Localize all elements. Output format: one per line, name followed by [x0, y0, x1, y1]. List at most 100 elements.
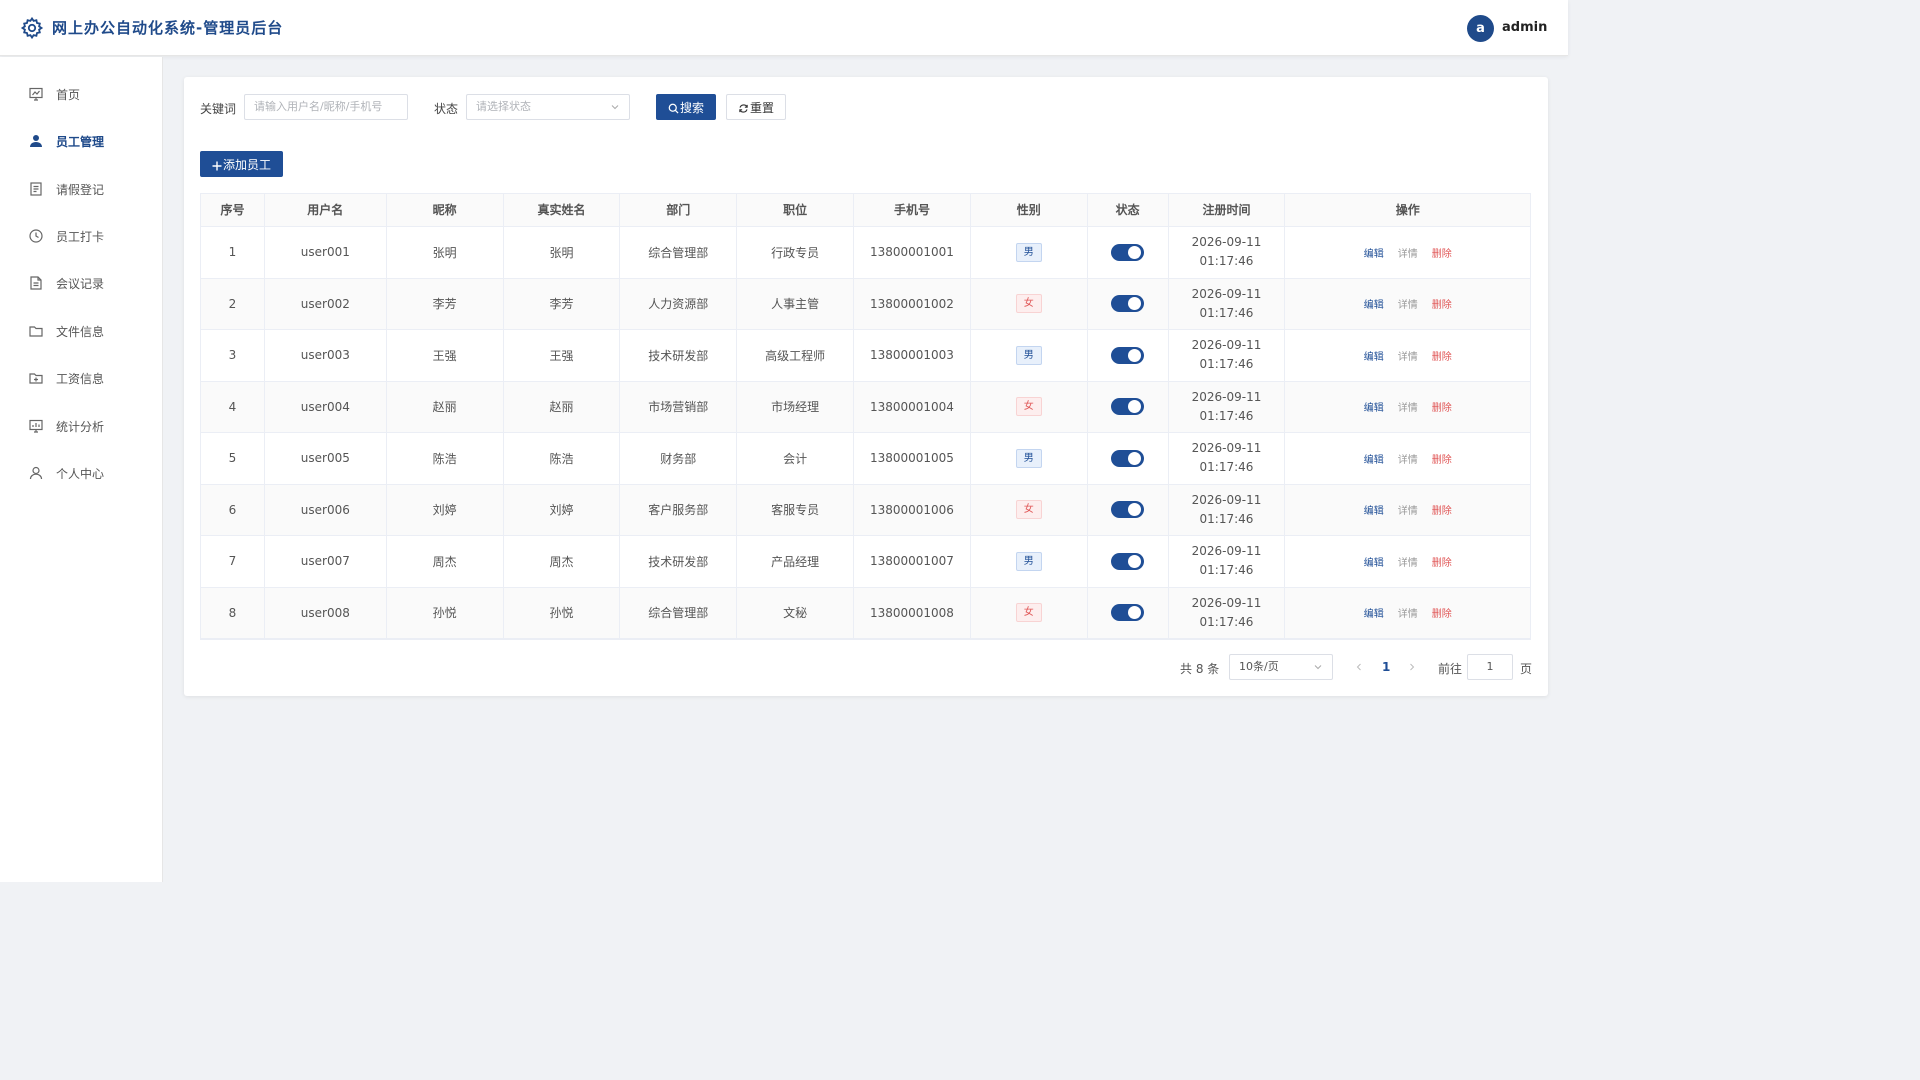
edit-button[interactable]: 编辑: [1364, 605, 1384, 620]
cell-register-time: 2026-09-11 01:17:46: [1169, 433, 1286, 484]
column-header-register-time[interactable]: 注册时间: [1169, 194, 1286, 226]
register-date: 2026-09-11: [1191, 492, 1262, 507]
column-header-position[interactable]: 职位: [737, 194, 855, 226]
user-icon: [30, 135, 42, 147]
sidebar-item-attendance[interactable]: 员工打卡: [0, 216, 163, 256]
detail-button[interactable]: 详情: [1398, 348, 1418, 363]
add-employee-button-label: 添加员工: [222, 158, 271, 172]
clock-icon: [29, 229, 43, 243]
page-size-select[interactable]: 10条/页: [1229, 654, 1333, 680]
add-employee-button[interactable]: 添加员工: [200, 151, 283, 177]
cell-register-time: 2026-09-11 01:17:46: [1169, 278, 1286, 329]
cell-register-time: 2026-09-11 01:17:46: [1169, 536, 1286, 587]
sidebar-item-employees[interactable]: 员工管理: [0, 121, 163, 161]
cell-actions: 编辑 详情 删除: [1285, 433, 1530, 484]
app-title: 网上办公自动化系统-管理员后台: [52, 19, 284, 37]
sidebar-item-leave[interactable]: 请假登记: [0, 169, 163, 209]
status-select-placeholder: 请选择状态: [476, 100, 531, 113]
sidebar-item-label: 工资信息: [56, 371, 105, 386]
sidebar-item-files[interactable]: 文件信息: [0, 311, 163, 351]
employee-table: 序号 用户名 昵称 真实姓名 部门 职位 手机号 性别 状态 注册时间 操作 1…: [200, 193, 1531, 640]
edit-button[interactable]: 编辑: [1364, 502, 1384, 517]
column-header-phone[interactable]: 手机号: [854, 194, 971, 226]
status-toggle[interactable]: [1111, 243, 1145, 261]
cell-position: 客服专员: [737, 484, 855, 535]
cell-actions: 编辑 详情 删除: [1285, 588, 1530, 639]
page-number-current[interactable]: 1: [1382, 660, 1390, 674]
cell-username: user005: [265, 433, 387, 484]
status-select[interactable]: 请选择状态: [466, 94, 630, 120]
edit-button[interactable]: 编辑: [1364, 348, 1384, 363]
delete-button[interactable]: 删除: [1432, 502, 1452, 517]
sidebar-item-label: 个人中心: [56, 466, 105, 481]
keyword-input[interactable]: 请输入用户名/昵称/手机号: [244, 94, 408, 120]
table-row: 7 user007 周杰 周杰 技术研发部 产品经理 13800001007 男 2026-09…: [201, 536, 1530, 588]
main-card: 关键词 请输入用户名/昵称/手机号 状态 请选择状态 搜索 重置 添加员工 序号…: [184, 77, 1548, 696]
status-toggle[interactable]: [1111, 346, 1145, 364]
username[interactable]: admin: [1502, 20, 1547, 35]
next-page-icon[interactable]: [1408, 663, 1416, 671]
column-header-realname[interactable]: 真实姓名: [504, 194, 621, 226]
column-header-department[interactable]: 部门: [620, 194, 738, 226]
cell-nickname: 王强: [387, 330, 504, 381]
status-toggle[interactable]: [1111, 501, 1145, 519]
goto-page-input[interactable]: 1: [1467, 654, 1513, 680]
status-toggle[interactable]: [1111, 295, 1145, 313]
detail-button[interactable]: 详情: [1398, 554, 1418, 569]
status-toggle[interactable]: [1111, 604, 1145, 622]
cell-gender: 女: [971, 484, 1088, 535]
edit-button[interactable]: 编辑: [1364, 245, 1384, 260]
sidebar-item-home[interactable]: 首页: [0, 74, 163, 114]
delete-button[interactable]: 删除: [1432, 605, 1452, 620]
detail-button[interactable]: 详情: [1398, 399, 1418, 414]
register-date: 2026-09-11: [1191, 441, 1262, 456]
edit-button[interactable]: 编辑: [1364, 451, 1384, 466]
cell-department: 技术研发部: [620, 330, 738, 381]
status-toggle[interactable]: [1111, 552, 1145, 570]
cell-status: [1088, 381, 1169, 432]
column-header-nickname[interactable]: 昵称: [387, 194, 504, 226]
cell-register-time: 2026-09-11 01:17:46: [1169, 330, 1286, 381]
cell-position: 高级工程师: [737, 330, 855, 381]
column-header-status[interactable]: 状态: [1088, 194, 1169, 226]
search-button[interactable]: 搜索: [656, 94, 716, 120]
cell-index: 2: [201, 278, 265, 329]
cell-nickname: 孙悦: [387, 587, 504, 638]
column-header-username[interactable]: 用户名: [265, 194, 387, 226]
sidebar-item-statistics[interactable]: 统计分析: [0, 406, 163, 446]
gender-tag: 女: [1015, 294, 1042, 314]
chart-icon: [29, 419, 43, 433]
cell-gender: 女: [971, 587, 1088, 638]
sidebar-item-profile[interactable]: 个人中心: [0, 453, 163, 493]
cell-position: 行政专员: [737, 227, 855, 278]
cell-status: [1088, 433, 1169, 484]
avatar[interactable]: a: [1467, 15, 1494, 42]
status-toggle[interactable]: [1111, 398, 1145, 416]
edit-button[interactable]: 编辑: [1364, 554, 1384, 569]
edit-button[interactable]: 编辑: [1364, 399, 1384, 414]
cell-department: 综合管理部: [620, 587, 738, 638]
detail-button[interactable]: 详情: [1398, 451, 1418, 466]
prev-page-icon[interactable]: [1355, 663, 1363, 671]
status-toggle[interactable]: [1111, 449, 1145, 467]
detail-button[interactable]: 详情: [1398, 245, 1418, 260]
delete-button[interactable]: 删除: [1432, 554, 1452, 569]
plus-icon: [212, 161, 222, 170]
detail-button[interactable]: 详情: [1398, 605, 1418, 620]
delete-button[interactable]: 删除: [1432, 451, 1452, 466]
reset-button[interactable]: 重置: [726, 94, 786, 120]
detail-button[interactable]: 详情: [1398, 296, 1418, 311]
delete-button[interactable]: 删除: [1432, 296, 1452, 311]
delete-button[interactable]: 删除: [1432, 245, 1452, 260]
column-header-gender[interactable]: 性别: [971, 194, 1088, 226]
delete-button[interactable]: 删除: [1432, 348, 1452, 363]
delete-button[interactable]: 删除: [1432, 399, 1452, 414]
cell-department: 综合管理部: [620, 227, 738, 278]
edit-button[interactable]: 编辑: [1364, 296, 1384, 311]
sidebar-item-salary[interactable]: 工资信息: [0, 358, 163, 398]
detail-button[interactable]: 详情: [1398, 502, 1418, 517]
sidebar-item-meetings[interactable]: 会议记录: [0, 263, 163, 303]
cell-actions: 编辑 详情 删除: [1285, 485, 1530, 536]
sidebar-item-label: 请假登记: [56, 182, 105, 197]
search-icon: [668, 103, 679, 114]
